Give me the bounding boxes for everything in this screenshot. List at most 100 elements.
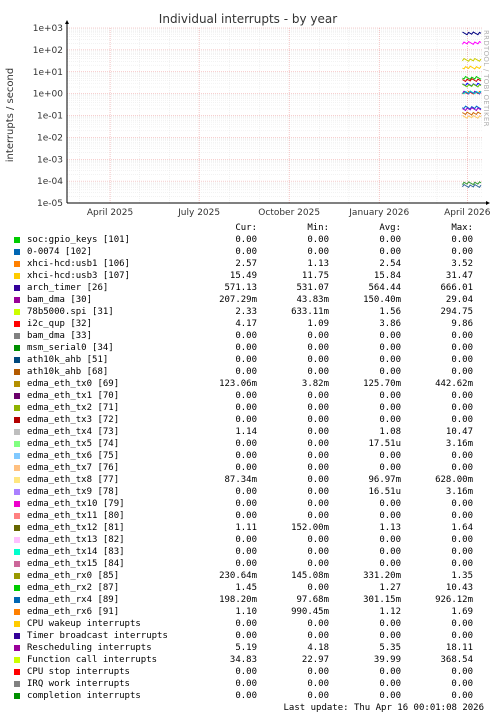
x-tick-label: April 2025 [87,208,133,218]
y-tick-label: 1e+00 [33,90,64,100]
legend-avg: 0.00 [379,415,401,425]
legend-swatch [14,597,20,603]
legend-swatch [14,237,20,243]
legend-avg: 331.20m [363,571,401,581]
legend-max: 18.11 [445,643,473,653]
legend-min: 0.00 [307,247,329,257]
legend-swatch [14,357,20,363]
legend-min: 0.00 [307,691,329,701]
legend-min: 0.00 [307,415,329,425]
legend-avg: 96.97m [368,475,401,485]
chart-title: Individual interrupts - by year [159,12,337,26]
legend-label: edma_eth_rx0 [85] [27,571,120,581]
legend-max: 926.12m [435,595,473,605]
legend-label: edma_eth_rx2 [87] [27,583,120,593]
legend-cur: 0.00 [235,547,257,557]
legend-label: ath10k_ahb [68] [27,367,109,377]
legend-max: 0.00 [451,679,473,689]
legend-row: edma_eth_tx7 [76] 0.00 0.00 0.00 0.00 [0,462,497,474]
legend-max: 3.16m [445,439,473,449]
legend-row: edma_eth_tx12 [81] 1.11 152.00m 1.13 1.64 [0,522,497,534]
legend-cur: 0.00 [235,247,257,257]
legend-row: soc:gpio_keys [101] 0.00 0.00 0.00 0.00 [0,234,497,246]
legend-avg: 1.56 [379,307,401,317]
legend-cur: 0.00 [235,487,257,497]
legend-max: 0.00 [451,247,473,257]
legend-swatch [14,273,20,279]
legend-avg: 1.27 [379,583,401,593]
chart: Individual interrupts - by year interrup… [5,12,491,218]
legend-swatch [14,585,20,591]
legend-row: IRQ work interrupts 0.00 0.00 0.00 0.00 [0,678,497,690]
legend-swatch [14,645,20,651]
legend-cur: 123.06m [219,379,257,389]
legend-min: 0.00 [307,547,329,557]
legend-max: 0.00 [451,367,473,377]
legend-max: 10.43 [445,583,473,593]
legend-swatch [14,573,20,579]
legend-label: msm_serial0 [34] [27,343,114,353]
legend-avg: 0.00 [379,367,401,377]
legend-avg: 0.00 [379,247,401,257]
legend-max: 0.00 [451,631,473,641]
legend-swatch [14,381,20,387]
legend-row: edma_eth_tx13 [82] 0.00 0.00 0.00 0.00 [0,534,497,546]
legend-cur: 0.00 [235,559,257,569]
legend-swatch [14,393,20,399]
legend-avg: 0.00 [379,619,401,629]
legend-cur: 0.00 [235,619,257,629]
legend-cur: 87.34m [224,475,257,485]
legend-label: edma_eth_tx14 [83] [27,547,125,557]
legend-avg: 0.00 [379,535,401,545]
legend-avg: 0.00 [379,331,401,341]
legend-swatch [14,561,20,567]
legend-cur: 0.00 [235,679,257,689]
legend-min: 0.00 [307,475,329,485]
x-tick-label: October 2025 [258,208,320,218]
legend-row: edma_eth_tx9 [78] 0.00 0.00 16.51u 3.16m [0,486,497,498]
legend-max: 9.86 [451,319,473,329]
legend-row: Timer broadcast interrupts 0.00 0.00 0.00 0.… [0,630,497,642]
legend-row: CPU wakeup interrupts 0.00 0.00 0.00 0.00 [0,618,497,630]
legend-max: 1.35 [451,571,473,581]
x-tick-label: April 2026 [444,208,491,218]
legend-swatch [14,609,20,615]
legend-row: edma_eth_tx1 [70] 0.00 0.00 0.00 0.00 [0,390,497,402]
legend-avg: 150.40m [363,295,401,305]
legend-row: arch_timer [26] 571.13 531.07 564.44 666.01 [0,282,497,294]
legend-avg: 0.00 [379,547,401,557]
y-axis-arrow [65,20,69,24]
legend-min: 0.00 [307,355,329,365]
legend-min: 633.11m [291,307,329,317]
legend-max: 0.00 [451,667,473,677]
legend-swatch [14,465,20,471]
legend-row: 0-0074 [102] 0.00 0.00 0.00 0.00 [0,246,497,258]
legend-swatch [14,321,20,327]
legend-cur: 207.29m [219,295,257,305]
legend-min: 0.00 [307,391,329,401]
legend-cur: 0.00 [235,235,257,245]
legend-row: edma_eth_tx15 [84] 0.00 0.00 0.00 0.00 [0,558,497,570]
y-tick-label: 1e-04 [37,177,63,187]
legend-min: 11.75 [301,271,329,281]
legend-cur: 0.00 [235,499,257,509]
legend-cur: 4.17 [235,319,257,329]
header-max: Max: [451,223,473,233]
legend-min: 0.00 [307,535,329,545]
legend-min: 0.00 [307,367,329,377]
legend-swatch [14,405,20,411]
legend-min: 0.00 [307,667,329,677]
legend-label: CPU wakeup interrupts [27,619,141,629]
y-axis-label: interrupts / second [5,68,16,162]
legend-label: i2c_qup [32] [27,319,93,329]
legend-label: xhci-hcd:usb1 [106] [27,259,130,269]
legend-row: edma_eth_tx2 [71] 0.00 0.00 0.00 0.00 [0,402,497,414]
legend-min: 990.45m [291,607,329,617]
legend-row: xhci-hcd:usb3 [107] 15.49 11.75 15.84 31.47 [0,270,497,282]
legend-cur: 0.00 [235,439,257,449]
legend-min: 0.00 [307,631,329,641]
legend-label: ath10k_ahb [51] [27,355,109,365]
legend-cur: 0.00 [235,403,257,413]
legend-avg: 0.00 [379,679,401,689]
legend-swatch [14,477,20,483]
